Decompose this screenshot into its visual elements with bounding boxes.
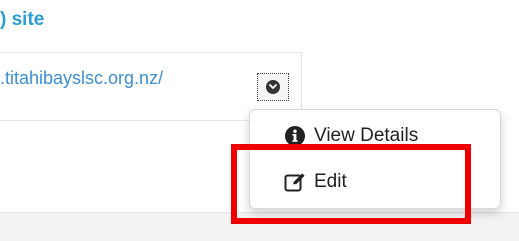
section-title: ) site xyxy=(0,9,45,30)
menu-item-view-details[interactable]: View Details xyxy=(250,116,500,156)
actions-dropdown-button[interactable] xyxy=(257,73,289,101)
menu-item-edit[interactable]: Edit xyxy=(250,162,500,202)
info-circle-icon xyxy=(284,125,306,147)
menu-item-label: View Details xyxy=(314,125,419,146)
edit-icon xyxy=(284,171,306,193)
next-section-band xyxy=(0,212,519,241)
menu-item-label: Edit xyxy=(314,171,347,192)
chevron-down-icon xyxy=(266,80,280,94)
actions-dropdown-menu: View Details Edit xyxy=(249,109,501,209)
website-link[interactable]: .titahibayslsc.org.nz/ xyxy=(0,68,163,89)
